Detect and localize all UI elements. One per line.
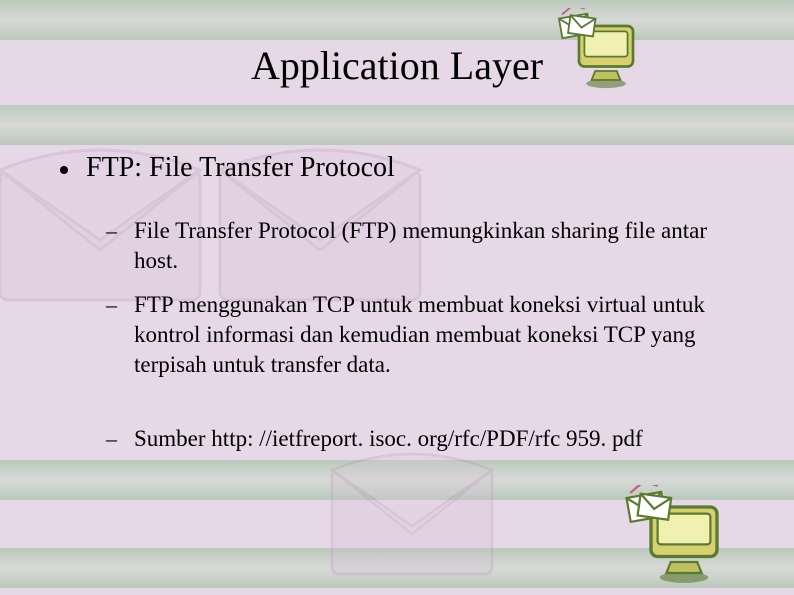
list-item: – File Transfer Protocol (FTP) memungkin… [106,216,754,276]
sub-item-text: File Transfer Protocol (FTP) memungkinka… [134,216,724,276]
main-heading: FTP: File Transfer Protocol [86,152,395,184]
list-item: – FTP menggunakan TCP untuk membuat kone… [106,290,754,380]
sub-item-text: Sumber http: //ietfreport. isoc. org/rfc… [134,424,643,454]
dash-icon: – [106,290,120,320]
bullet-icon [60,166,68,174]
dash-icon: – [106,424,120,454]
main-list: FTP: File Transfer Protocol – File Trans… [60,152,754,468]
slide-title: Application Layer [0,42,794,89]
list-item: FTP: File Transfer Protocol [60,152,754,184]
list-item: – Sumber http: //ietfreport. isoc. org/r… [106,424,754,454]
computer-mail-icon [552,8,642,86]
dash-icon: – [106,216,120,246]
sub-item-text: FTP menggunakan TCP untuk membuat koneks… [134,290,724,380]
sub-list: – File Transfer Protocol (FTP) memungkin… [106,216,754,454]
computer-mail-icon [618,485,728,581]
